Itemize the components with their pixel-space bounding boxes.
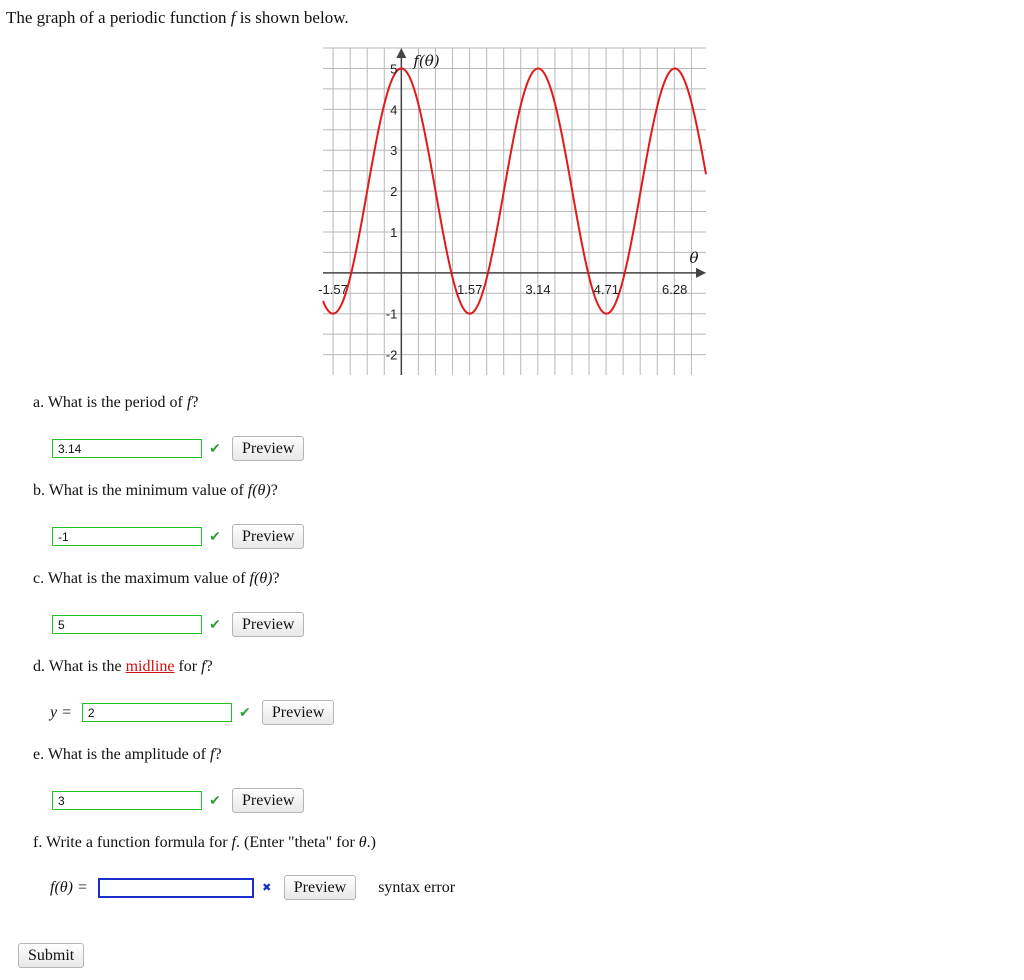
minimum-answer-input[interactable]: -1 [52, 527, 202, 546]
y-tick-label: 1 [390, 225, 397, 240]
x-axis-label: θ [689, 249, 698, 267]
question-f: f. Write a function formula for f. (Ente… [33, 834, 376, 852]
formula-prefix: f(θ) = [50, 878, 88, 896]
preview-button-d[interactable]: Preview [261, 700, 335, 725]
x-tick-label: 4.71 [594, 282, 619, 297]
syntax-error-message: syntax error [378, 878, 456, 896]
question-c-text: c. What is the maximum value of [33, 570, 250, 587]
x-axis-arrow-icon [696, 267, 706, 278]
answer-b-row: -1 ✔ Preview [52, 524, 305, 549]
preview-button-f[interactable]: Preview [283, 875, 357, 900]
preview-button-b[interactable]: Preview [232, 524, 305, 549]
submit-button[interactable]: Submit [18, 943, 85, 968]
question-c: c. What is the maximum value of f(θ)? [33, 570, 280, 588]
question-d-end: ? [205, 658, 213, 675]
y-tick-label: 3 [390, 143, 397, 158]
question-a: a. What is the period of f? [33, 394, 198, 412]
question-c-end: ? [272, 570, 280, 587]
midline-prefix: y = [50, 703, 72, 721]
question-f-end: .) [366, 834, 376, 851]
maximum-answer-input[interactable]: 5 [52, 615, 202, 634]
question-b-function: f(θ) [247, 482, 271, 499]
midline-answer-input[interactable]: 2 [81, 703, 232, 722]
function-graph: -1.57 1.57 3.14 4.71 6.28 -2 -1 1 2 3 4 5 f(θ) θ [318, 47, 707, 375]
question-f-theta: θ [358, 834, 367, 851]
question-f-mid: . (Enter "theta" for [236, 834, 359, 851]
answer-f-row: f(θ) = ✖ Preview syntax error [50, 875, 455, 900]
question-b-text: b. What is the minimum value of [33, 482, 248, 499]
error-x-icon: ✖ [262, 881, 272, 894]
preview-button-e[interactable]: Preview [232, 788, 305, 813]
y-tick-label: 4 [390, 102, 397, 117]
question-c-function: f(θ) [249, 570, 273, 587]
question-e: e. What is the amplitude of f? [33, 746, 222, 764]
preview-button-c[interactable]: Preview [232, 612, 305, 637]
checkmark-icon: ✔ [209, 528, 221, 545]
answer-c-row: 5 ✔ Preview [52, 612, 305, 637]
question-b: b. What is the minimum value of f(θ)? [33, 482, 278, 500]
checkmark-icon: ✔ [209, 440, 221, 457]
y-tick-label: -1 [386, 307, 398, 322]
question-f-text: f. Write a function formula for [33, 834, 232, 851]
answer-d-row: y = 2 ✔ Preview [50, 700, 335, 725]
preview-button-a[interactable]: Preview [232, 436, 305, 461]
y-axis-label: f(θ) [412, 52, 439, 70]
amplitude-answer-input[interactable]: 3 [52, 791, 202, 810]
question-d: d. What is the midline for f? [33, 658, 213, 676]
checkmark-icon: ✔ [209, 616, 221, 633]
x-tick-label: -1.57 [318, 282, 348, 297]
question-a-end: ? [191, 394, 199, 411]
x-tick-label: 6.28 [662, 282, 687, 297]
y-axis-arrow-icon [396, 48, 407, 58]
period-answer-input[interactable]: 3.14 [52, 439, 202, 458]
x-tick-label: 3.14 [525, 282, 550, 297]
question-a-text: a. What is the period of [33, 394, 187, 411]
question-d-mid: for [174, 658, 202, 675]
question-d-text: d. What is the [33, 658, 126, 675]
checkmark-icon: ✔ [239, 704, 251, 721]
question-e-end: ? [214, 746, 222, 763]
answer-a-row: 3.14 ✔ Preview [52, 436, 305, 461]
checkmark-icon: ✔ [209, 792, 221, 809]
y-tick-label: -2 [386, 348, 398, 363]
y-tick-label: 2 [390, 184, 397, 199]
x-tick-label: 1.57 [457, 282, 482, 297]
midline-link[interactable]: midline [126, 658, 175, 675]
answer-e-row: 3 ✔ Preview [52, 788, 305, 813]
question-b-end: ? [270, 482, 278, 499]
formula-answer-input[interactable] [97, 877, 254, 898]
y-tick-label: 5 [390, 61, 397, 76]
question-e-text: e. What is the amplitude of [33, 746, 210, 763]
